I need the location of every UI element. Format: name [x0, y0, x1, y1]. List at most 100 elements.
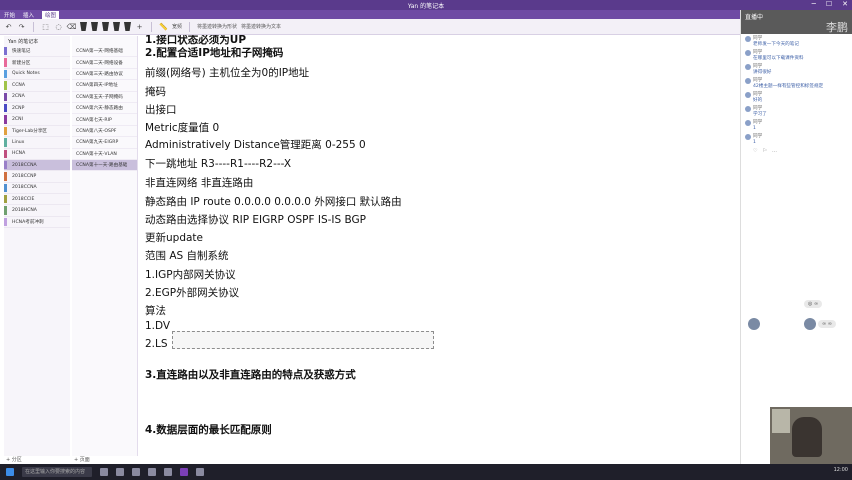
note-line[interactable]: 1.DV	[145, 320, 170, 332]
close-button[interactable]: ✕	[842, 0, 848, 8]
section-color-tab	[4, 206, 7, 215]
tab-home[interactable]: 开始	[4, 11, 15, 19]
chat-action-icon[interactable]: ♡	[753, 148, 757, 154]
section-item[interactable]: 2018CCNA	[4, 183, 70, 195]
section-item[interactable]: 2018CCIE	[4, 194, 70, 206]
page-item[interactable]: CCNA第二天-网络设备	[72, 57, 137, 69]
notebook-name[interactable]: Yan 的笔记本	[4, 36, 70, 46]
note-line[interactable]: 4.数据层面的最长匹配原则	[145, 422, 272, 437]
ink-to-shape-button[interactable]: 将墨迹转换为形状	[197, 23, 237, 30]
tab-insert[interactable]: 插入	[23, 11, 34, 19]
browser-icon[interactable]	[116, 468, 124, 476]
ruler-icon[interactable]: 📏	[159, 22, 168, 31]
page-item[interactable]: CCNA第一天-网络基础	[72, 46, 137, 58]
note-line[interactable]: 3.直连路由以及非直连路由的特点及获惑方式	[145, 367, 356, 382]
note-line[interactable]: 动态路由选择协议 RIP EIGRP OSPF IS-IS BGP	[145, 212, 366, 227]
note-line[interactable]: 非直连网络 非直连路由	[145, 175, 253, 190]
page-item[interactable]: CCNA第九天-EIGRP	[72, 137, 137, 149]
note-line[interactable]: 2.LS	[145, 338, 168, 350]
ink-selection-box[interactable]	[172, 331, 434, 349]
section-item[interactable]: Linux	[4, 137, 70, 149]
page-item[interactable]: CCNA第七天-RIP	[72, 114, 137, 126]
title-bar: Yan 的笔记本 ─ ☐ ✕	[0, 0, 852, 10]
page-item[interactable]: CCNA第四天-IP地址	[72, 80, 137, 92]
chat-status: 直播中	[745, 14, 764, 21]
pen-gray-icon[interactable]	[102, 22, 109, 31]
task-view-icon[interactable]	[100, 468, 108, 476]
note-line[interactable]: 2.EGP外部网关协议	[145, 285, 239, 300]
undo-icon[interactable]: ↶	[4, 22, 13, 31]
section-item[interactable]: 2CNP	[4, 103, 70, 115]
ink-to-text-button[interactable]: 将墨迹转换为文本	[241, 23, 281, 30]
chat-message: 同学 1	[745, 134, 848, 146]
explorer-icon[interactable]	[132, 468, 140, 476]
section-item[interactable]: 2018HCNA	[4, 205, 70, 217]
page-item[interactable]: CCNA第三天-路由协议	[72, 69, 137, 81]
page-item[interactable]: CCNA第十天-VLAN	[72, 149, 137, 160]
avatar	[745, 120, 751, 126]
width-label[interactable]: 宽频	[172, 23, 182, 30]
page-item[interactable]: CCNA第五天-子网掩码	[72, 92, 137, 103]
section-item[interactable]: 快速笔记	[4, 46, 70, 58]
note-line[interactable]: 掩码	[145, 84, 166, 99]
chat-message: 同学 讲得很好	[745, 64, 848, 76]
section-item[interactable]: HCNA	[4, 149, 70, 160]
section-item[interactable]: Quick Notes	[4, 69, 70, 81]
chat-action-icon[interactable]: …	[772, 148, 777, 154]
add-page-button[interactable]: + 页面	[74, 456, 90, 464]
chat-bubble: ◎ ∞	[804, 300, 823, 308]
section-item[interactable]: 2CNI	[4, 114, 70, 126]
onenote-icon[interactable]	[180, 468, 188, 476]
note-line[interactable]: 更新update	[145, 230, 203, 245]
note-line[interactable]: 1.IGP内部网关协议	[145, 267, 236, 282]
note-line[interactable]: 2.配置合适IP地址和子网掩码	[145, 45, 283, 60]
note-line[interactable]: 下一跳地址 R3----R1----R2---X	[145, 156, 291, 171]
note-line[interactable]: 前缀(网络号) 主机位全为0的IP地址	[145, 65, 309, 80]
maximize-button[interactable]: ☐	[826, 0, 832, 8]
app-icon[interactable]	[196, 468, 204, 476]
redo-icon[interactable]: ↷	[17, 22, 26, 31]
add-section-button[interactable]: + 分区	[6, 456, 22, 464]
select-tool-icon[interactable]: ⬚	[41, 22, 50, 31]
chat-action-icon[interactable]: ⚐	[762, 148, 766, 154]
taskbar-search-input[interactable]: 在这里输入你要搜索的内容	[22, 467, 92, 477]
highlighter-icon[interactable]	[113, 22, 120, 31]
note-canvas[interactable]: 1.接口状态必须为UP 2.配置合适IP地址和子网掩码 前缀(网络号) 主机位全为0…	[139, 35, 740, 464]
section-color-tab	[4, 217, 7, 227]
app-icon[interactable]	[148, 468, 156, 476]
pencil-icon[interactable]	[124, 22, 131, 31]
section-item[interactable]: 2018CCNA	[4, 159, 70, 172]
section-color-tab	[4, 103, 7, 113]
section-item[interactable]: 2018CCNP	[4, 171, 70, 183]
note-line[interactable]: 静态路由 IP route 0.0.0.0 0.0.0.0 外网接口 默认路由	[145, 194, 402, 209]
pages-pane: CCNA第一天-网络基础 CCNA第二天-网络设备 CCNA第三天-路由协议 CCNA…	[72, 36, 138, 456]
section-label: 2018CCNA	[12, 185, 37, 191]
app-icon[interactable]	[164, 468, 172, 476]
note-line[interactable]: 出接口	[145, 102, 177, 117]
webcam-feed	[770, 407, 852, 464]
add-pen-icon[interactable]: +	[135, 22, 144, 31]
page-item[interactable]: CCNA第六天-静态路由	[72, 103, 137, 115]
note-line[interactable]: 范围 AS 自制系统	[145, 248, 229, 263]
tab-draw[interactable]: 绘图	[42, 10, 60, 19]
page-list: CCNA第一天-网络基础 CCNA第二天-网络设备 CCNA第三天-路由协议 CCNA…	[72, 46, 137, 172]
pen-black-icon[interactable]	[80, 22, 87, 31]
note-line[interactable]: 算法	[145, 303, 166, 318]
section-label: HCNA考前冲刺	[12, 220, 44, 226]
section-item[interactable]: HCNA考前冲刺	[4, 217, 70, 229]
section-item[interactable]: CCNA	[4, 80, 70, 92]
minimize-button[interactable]: ─	[812, 0, 816, 8]
page-item[interactable]: CCNA第八天-OSPF	[72, 126, 137, 138]
lasso-icon[interactable]: ◌	[54, 22, 63, 31]
note-line[interactable]: Metric度量值 0	[145, 120, 219, 135]
section-item[interactable]: Tiger-Lab分享区	[4, 126, 70, 138]
page-item[interactable]: CCNA第十一天-路由基础	[72, 159, 137, 172]
start-icon[interactable]	[6, 468, 14, 476]
section-label: 2018CCNA	[12, 162, 37, 168]
section-color-tab	[4, 47, 7, 56]
eraser-icon[interactable]: ⌫	[67, 22, 77, 31]
section-item[interactable]: 新建分区	[4, 57, 70, 69]
note-line[interactable]: Administratively Distance管理距离 0-255 0	[145, 137, 366, 152]
pen-dark-icon[interactable]	[91, 22, 98, 31]
section-item[interactable]: 2CNA	[4, 92, 70, 103]
